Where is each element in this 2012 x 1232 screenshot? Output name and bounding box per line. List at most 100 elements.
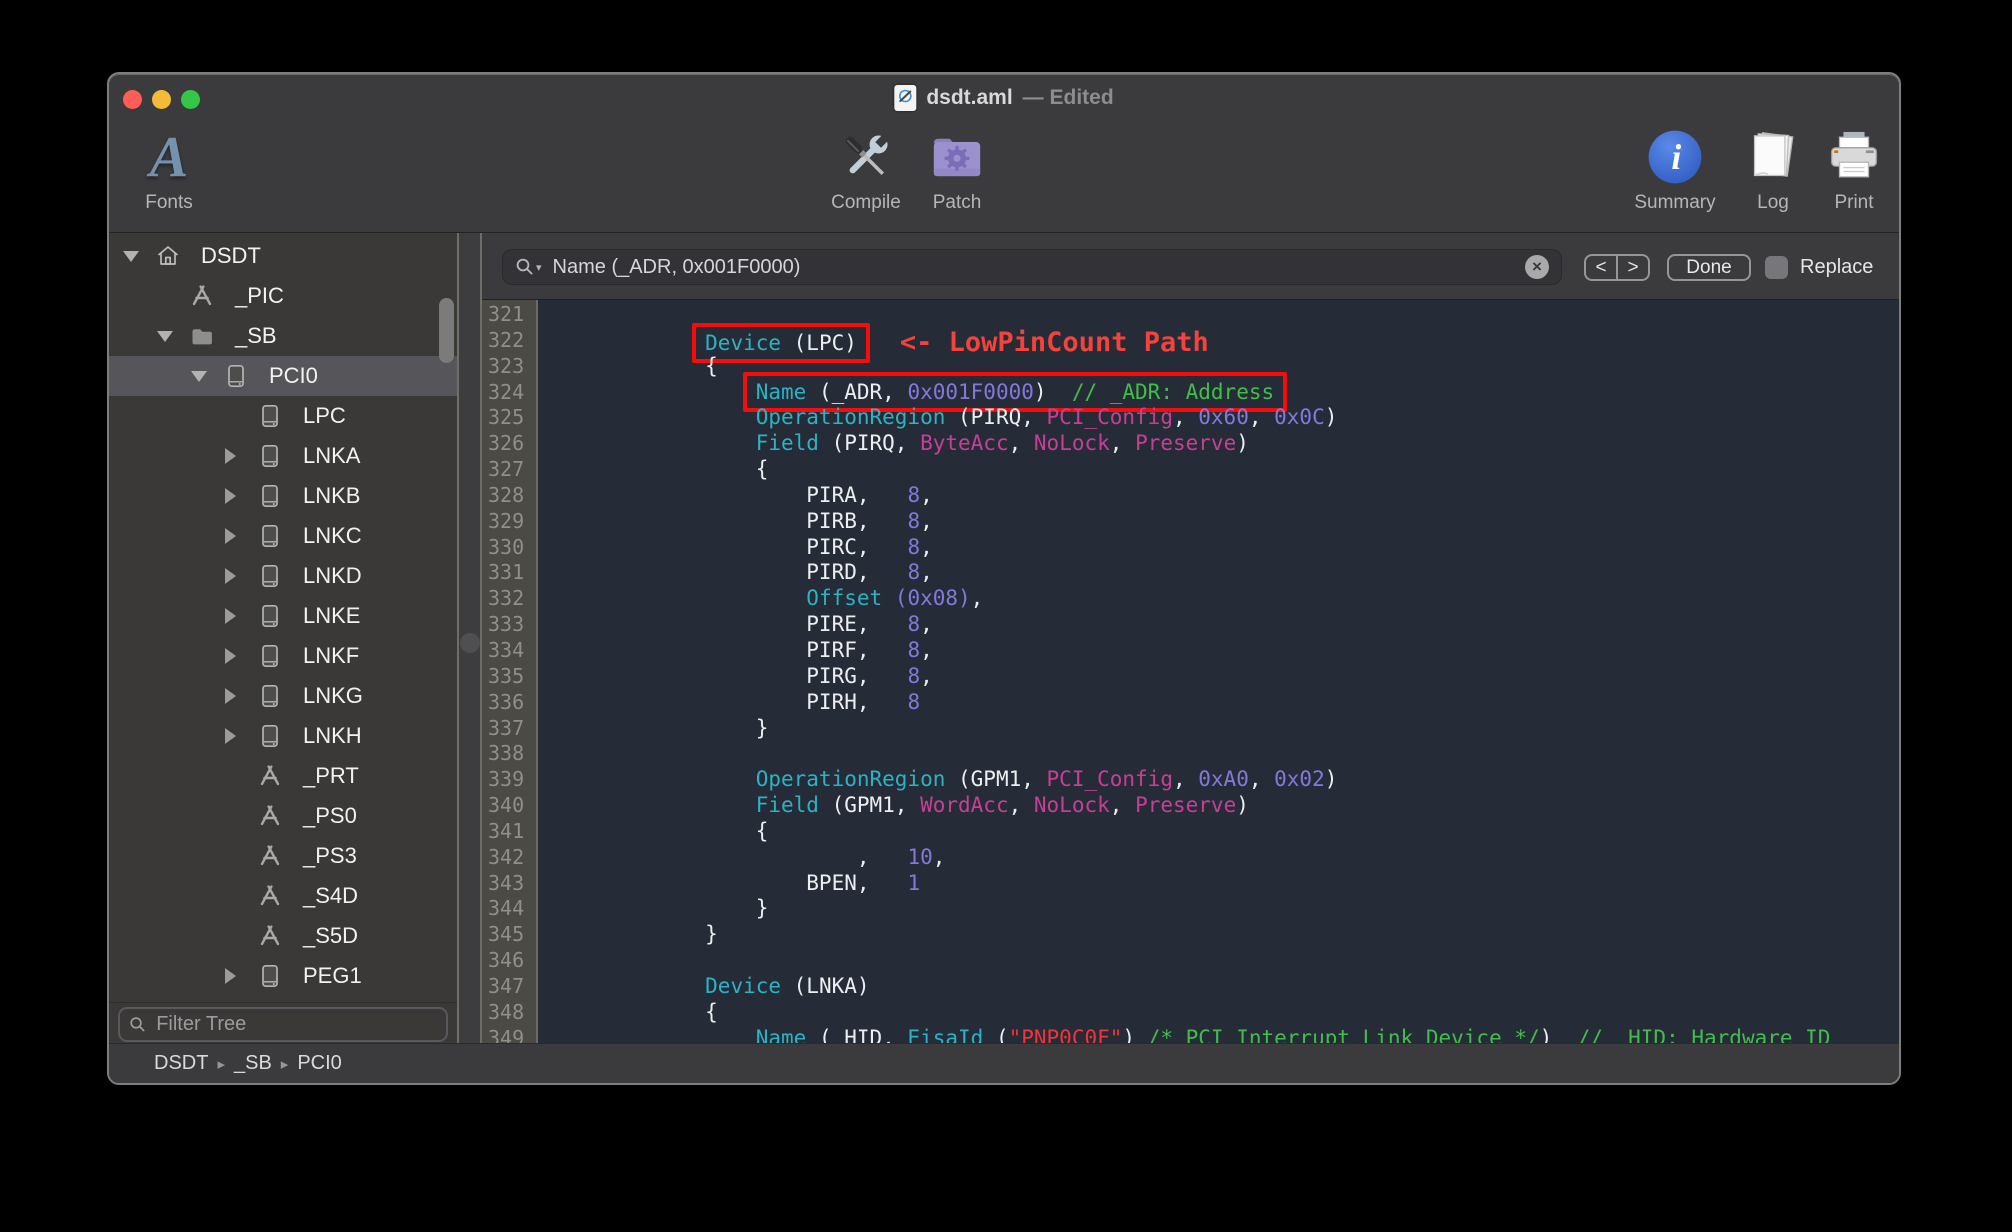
patch-label: Patch [932,192,982,213]
code-text: BPEN, 1 [604,870,921,895]
code-text: Device (LNKA) [705,973,870,998]
search-icon [516,258,533,275]
breadcrumb-item-pci0[interactable]: PCI0 [297,1052,341,1075]
titlebar: dsdt.aml — Edited [109,74,1899,122]
disclosure-triangle-icon[interactable] [225,568,257,584]
find-field[interactable]: ▾ × [502,249,1562,285]
close-button[interactable] [123,90,142,109]
code-line-340: 340 Field (GPM1, WordAcc, NoLock, Preser… [482,793,1899,819]
tree-row-lnke[interactable]: LNKE [109,596,457,636]
print-button[interactable]: Print [1799,126,1899,214]
disclosure-triangle-icon[interactable] [191,371,223,382]
tree-row-lnkg[interactable]: LNKG [109,676,457,716]
summary-button[interactable]: i Summary [1620,126,1730,214]
tree-row-pci0[interactable]: PCI0 [109,356,457,396]
tree-row-_prt[interactable]: _PRT [109,756,457,796]
tree-row-lnkd[interactable]: LNKD [109,556,457,596]
tree-row-label: _PIC [235,283,284,308]
breadcrumb-item-dsdt[interactable]: DSDT [154,1052,208,1075]
splitter-handle-icon[interactable] [459,633,480,653]
document-proxy-icon[interactable] [894,85,917,111]
code-line-343: 343 BPEN, 1 [482,871,1899,897]
disclosure-triangle-icon[interactable] [225,688,257,704]
code-text: Device (LPC) <- LowPinCount Path [538,322,1209,363]
tree-row-lnkh[interactable]: LNKH [109,716,457,756]
find-input[interactable] [550,254,1525,280]
disclosure-triangle-icon[interactable] [225,608,257,624]
done-button[interactable]: Done [1667,254,1751,281]
find-next-button[interactable]: > [1618,256,1648,279]
tree-row-_ps0[interactable]: _PS0 [109,796,457,836]
tree-row-_pic[interactable]: _PIC [109,276,457,316]
filter-tree-field[interactable] [118,1007,448,1042]
code-area[interactable]: 321 322 Device (LPC) <- LowPinCount Path 32… [482,300,1899,1044]
disclosure-triangle-icon[interactable] [123,251,155,262]
clear-search-button[interactable]: × [1525,255,1549,279]
code-line-335: 335 PIRG, 8, [482,664,1899,690]
code-line-336: 336 PIRH, 8 [482,690,1899,716]
disclosure-triangle-icon[interactable] [225,968,257,984]
device-icon [223,363,249,389]
tree-row-_sb[interactable]: _SB [109,316,457,356]
filter-tree-input[interactable] [154,1012,437,1037]
search-options-chevron-icon[interactable]: ▾ [536,261,542,274]
tree-row-peg1[interactable]: PEG1 [109,956,457,996]
disclosure-triangle-icon[interactable] [225,728,257,744]
code-line-328: 328 PIRA, 8, [482,483,1899,509]
minimize-button[interactable] [152,90,171,109]
disclosure-triangle-icon[interactable] [225,528,257,544]
annotation-text: <- LowPinCount Path [899,326,1209,358]
pane-splitter[interactable] [457,233,482,1044]
code-text: { [604,353,718,378]
code-text: PIRE, 8, [604,612,933,637]
breadcrumb-bar: DSDT ▸ _SB ▸ PCI0 [109,1043,1899,1083]
device-icon [257,723,283,749]
code-text: PIRF, 8, [604,637,933,662]
tree-row-_s5d[interactable]: _S5D [109,916,457,956]
tree-row-label: _PS3 [303,843,357,868]
disclosure-triangle-icon[interactable] [157,331,189,342]
house-icon [155,243,181,269]
breadcrumb-item-_sb[interactable]: _SB [234,1052,272,1075]
tree-row-lnkb[interactable]: LNKB [109,476,457,516]
line-number: 326 [488,431,525,456]
folder-icon [189,323,215,349]
tree-row-label: _S4D [303,883,359,908]
tree-row-lpc[interactable]: LPC [109,396,457,436]
code-line-329: 329 PIRB, 8, [482,509,1899,535]
tree-row-lnka[interactable]: LNKA [109,436,457,476]
line-number: 328 [488,482,525,507]
code-line-324: 324 Name (_ADR, 0x001F0000) // _ADR: Add… [482,371,1899,412]
line-number: 333 [488,612,525,637]
sidebar-scrollbar[interactable] [439,298,454,363]
method-icon [257,763,283,789]
fonts-button[interactable]: A Fonts [114,126,224,214]
line-number: 341 [488,818,525,843]
tree-row-label: _PRT [303,763,359,788]
tree-row-label: LNKG [303,683,363,708]
log-pages-icon [1744,126,1802,188]
code-text: PIRA, 8, [604,482,933,507]
sidebar: DSDT _PIC _SB PCI0 LPC LNKA LNKB LNKC LN… [109,233,457,1044]
line-number: 330 [488,534,525,559]
disclosure-triangle-icon[interactable] [225,488,257,504]
line-number: 340 [488,793,525,818]
line-number: 331 [488,560,525,585]
tree-row-label: _SB [235,323,277,348]
replace-checkbox[interactable] [1765,256,1788,279]
tree-row-_ps3[interactable]: _PS3 [109,836,457,876]
code-line-348: 348 { [482,1000,1899,1026]
disclosure-triangle-icon[interactable] [225,448,257,464]
tree-row-lnkf[interactable]: LNKF [109,636,457,676]
replace-label: Replace [1800,256,1874,278]
tree-row-_s4d[interactable]: _S4D [109,876,457,916]
tree-row-dsdt[interactable]: DSDT [109,236,457,276]
zoom-button[interactable] [181,90,200,109]
find-previous-button[interactable]: < [1586,256,1618,279]
tree-row-lnkc[interactable]: LNKC [109,516,457,556]
patch-button[interactable]: Patch [902,126,1012,214]
line-number: 339 [488,767,525,792]
disclosure-triangle-icon[interactable] [225,648,257,664]
device-icon [257,443,283,469]
